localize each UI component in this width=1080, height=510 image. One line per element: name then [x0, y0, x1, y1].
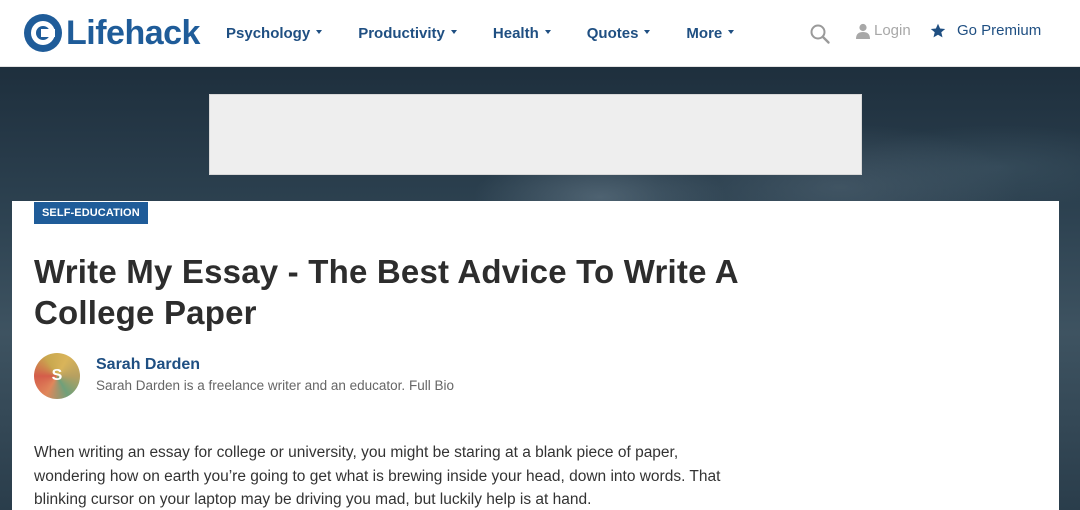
- caret-down-icon: [728, 30, 735, 34]
- star-icon: [930, 23, 946, 37]
- ad-banner[interactable]: [209, 94, 862, 175]
- go-premium-link[interactable]: Go Premium: [930, 22, 1041, 39]
- category-badge[interactable]: SELF-EDUCATION: [34, 202, 148, 224]
- avatar-initial: S: [51, 367, 63, 384]
- article-intro: When writing an essay for college or uni…: [34, 444, 721, 508]
- lifehack-logo-icon: [24, 14, 62, 52]
- nav-item-label: Productivity: [358, 24, 445, 42]
- nav-item-label: More: [686, 24, 723, 42]
- nav-item-label: Quotes: [586, 24, 639, 42]
- author-avatar[interactable]: S: [34, 353, 80, 399]
- caret-down-icon: [544, 30, 551, 34]
- login-label: Login: [874, 22, 911, 39]
- author-name[interactable]: Sarah Darden: [96, 356, 200, 374]
- author-bio-text: Sarah Darden is a freelance writer and a…: [96, 378, 406, 393]
- nav-item-health[interactable]: Health: [493, 25, 551, 42]
- nav-item-label: Psychology: [226, 24, 311, 42]
- lifehack-logo[interactable]: Lifehack: [24, 14, 200, 52]
- caret-down-icon: [316, 30, 323, 34]
- search-icon: [810, 24, 830, 44]
- nav-item-productivity[interactable]: Productivity: [358, 25, 457, 42]
- user-icon: [856, 23, 870, 39]
- caret-down-icon: [450, 30, 457, 34]
- site-header: Lifehack Psychology Productivity Health …: [0, 0, 1080, 67]
- logo-text: Lifehack: [66, 14, 200, 52]
- article-title: Write My Essay - The Best Advice To Writ…: [34, 253, 738, 331]
- search-button[interactable]: [809, 23, 831, 45]
- nav-item-label: Health: [492, 24, 539, 42]
- nav-item-quotes[interactable]: Quotes: [587, 25, 651, 42]
- author-bio: Sarah Darden is a freelance writer and a…: [96, 378, 454, 393]
- full-bio-link[interactable]: Full Bio: [409, 378, 454, 393]
- login-link[interactable]: Login: [855, 22, 911, 39]
- nav-item-psychology[interactable]: Psychology: [226, 24, 323, 42]
- caret-down-icon: [644, 30, 651, 34]
- nav-item-more[interactable]: More: [686, 24, 735, 42]
- go-premium-label: Go Premium: [957, 22, 1042, 39]
- main-nav: Psychology Productivity Health Quotes Mo…: [226, 22, 770, 44]
